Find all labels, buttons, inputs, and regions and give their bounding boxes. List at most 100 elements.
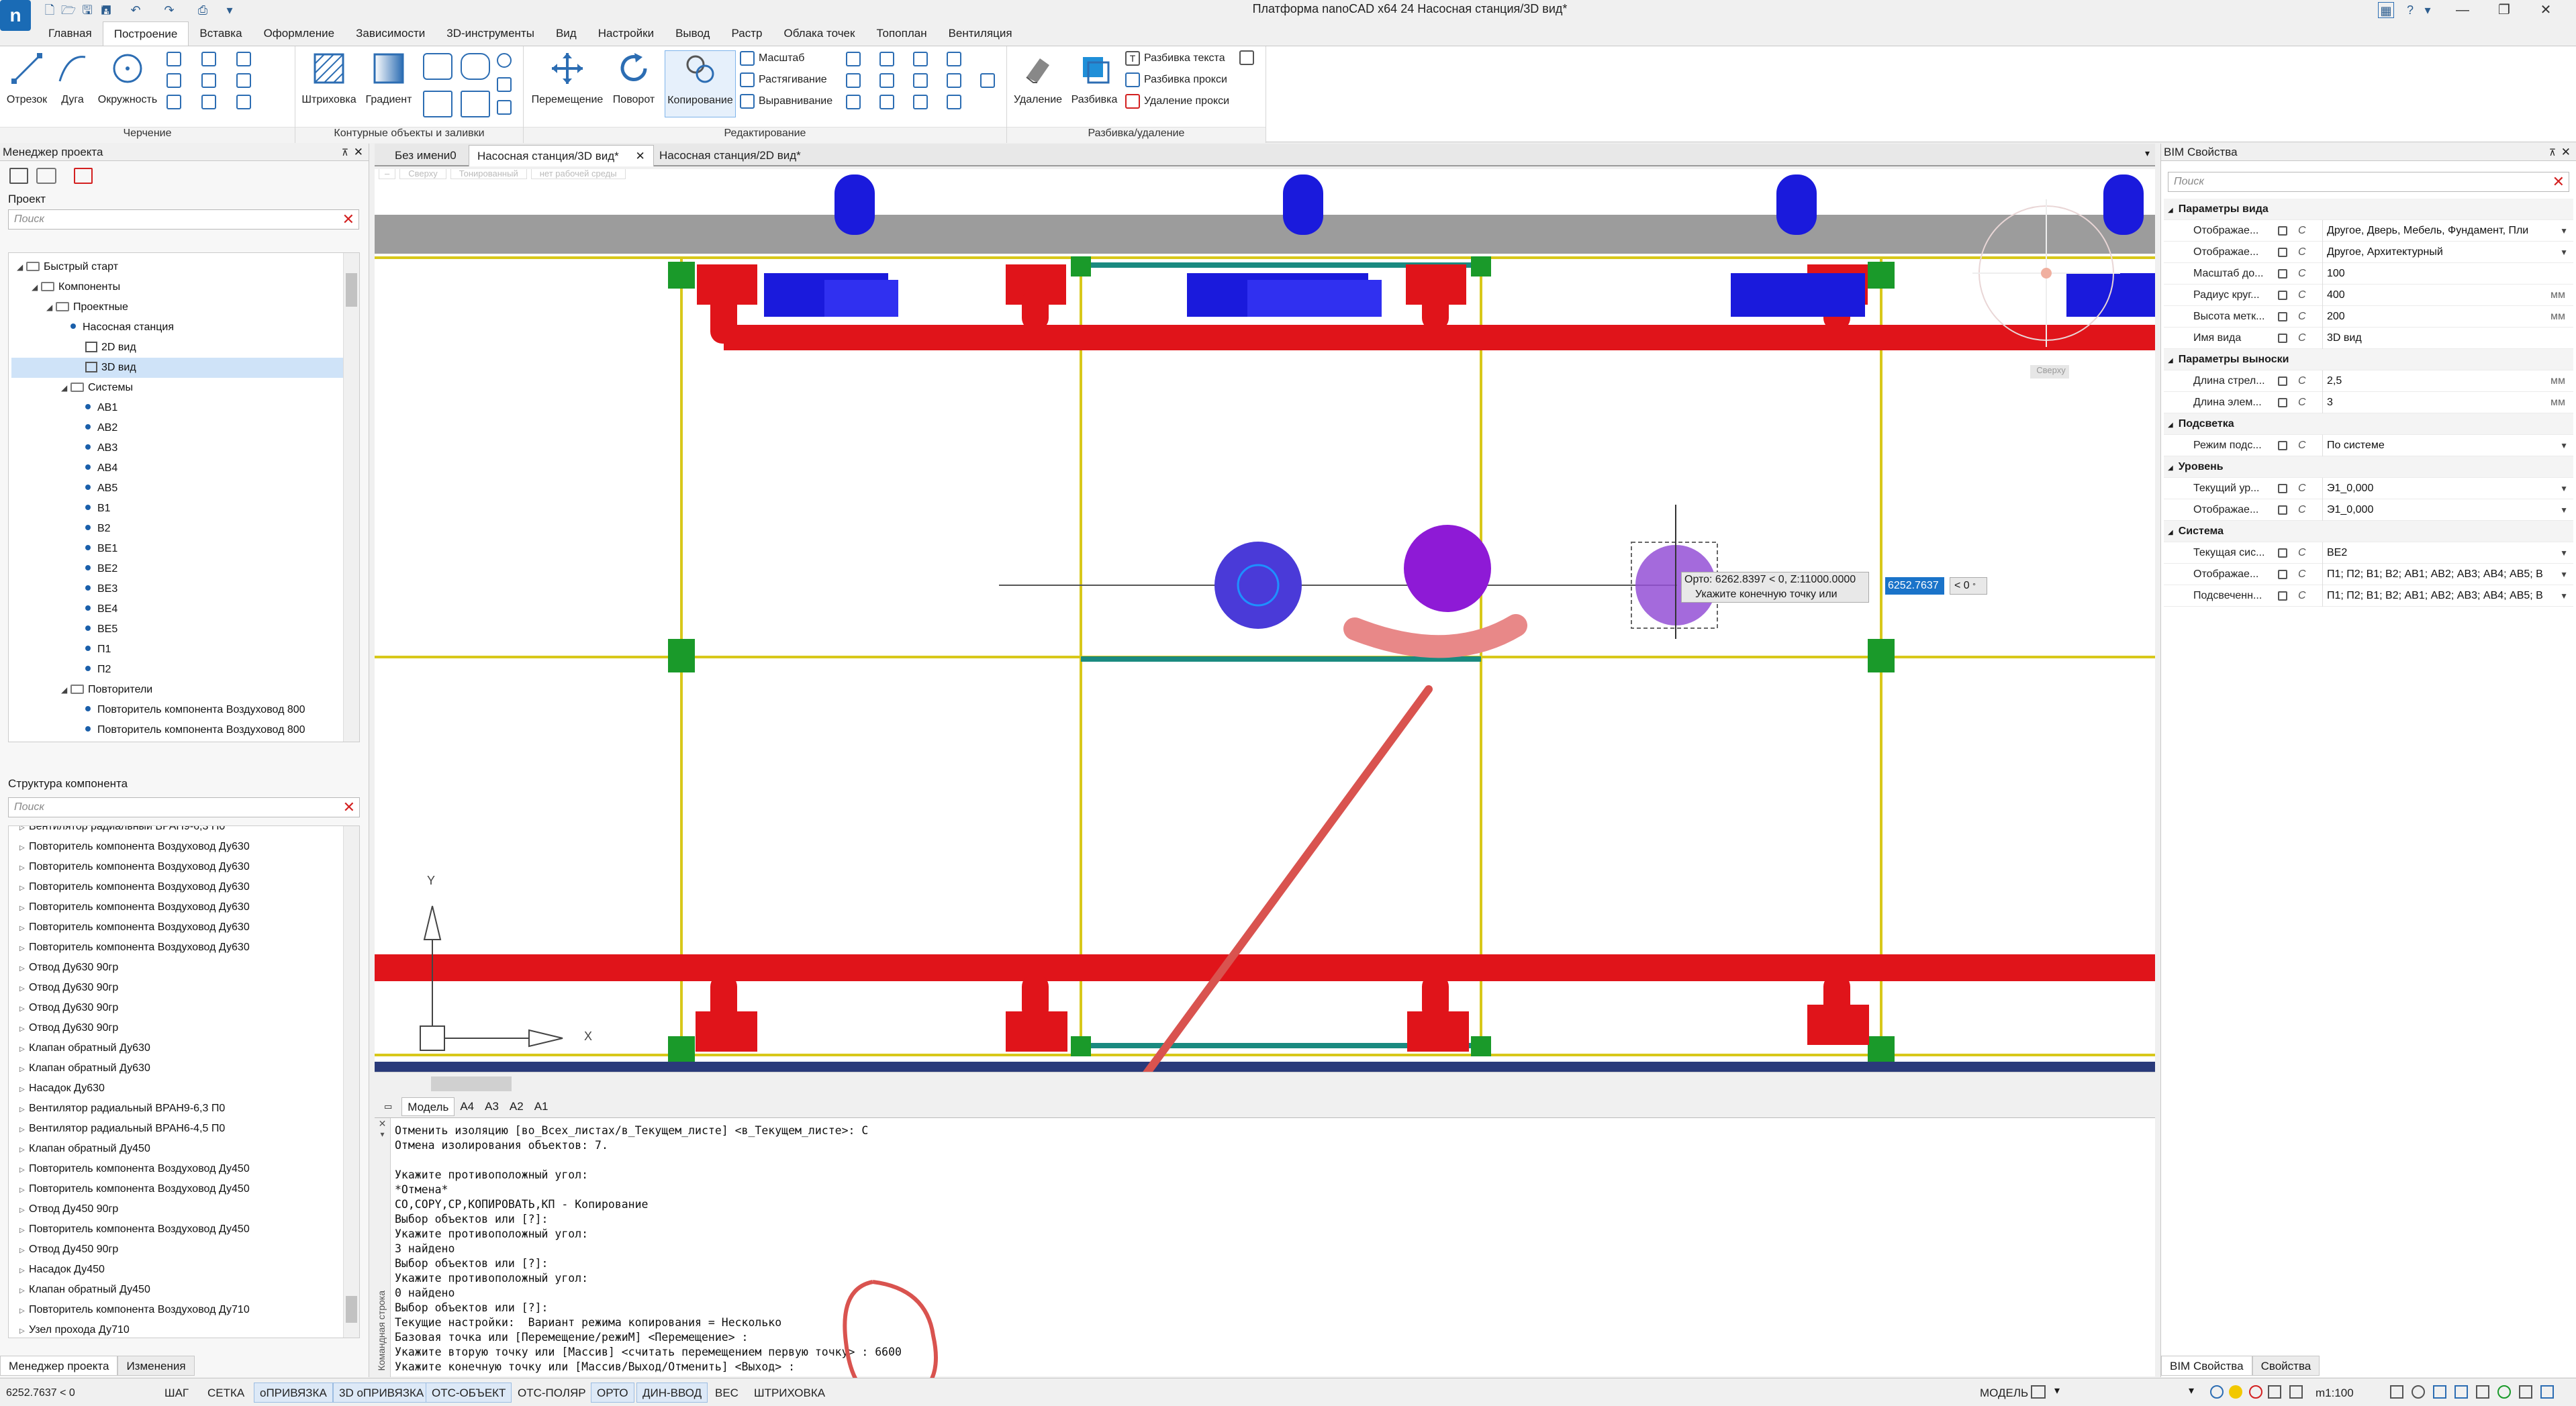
tree-item[interactable]: ВЕ1 [11, 539, 356, 559]
panel-title-contour[interactable]: Контурные объекты и заливки [295, 127, 523, 143]
list-item[interactable]: ▷ Повторитель компонента Воздуховод Ду630 [11, 938, 356, 958]
formula-icon[interactable]: C [2298, 285, 2306, 306]
bim-search-input[interactable]: Поиск ✕ [2168, 172, 2569, 192]
lock-icon[interactable] [2278, 312, 2287, 321]
tree-item[interactable]: АВ1 [11, 398, 356, 418]
zoom-icon[interactable] [2412, 1385, 2425, 1399]
trim-icon[interactable] [879, 52, 894, 66]
list-item[interactable]: ▷ Отвод Ду630 90гр [11, 978, 356, 998]
expand-toggle-icon[interactable]: ▷ [19, 1221, 29, 1241]
close-panel-icon[interactable]: ✕ [2561, 144, 2571, 161]
break-icon[interactable] [879, 73, 894, 88]
lock-icon[interactable] [2278, 248, 2287, 257]
component-search-input[interactable]: Поиск ✕ [8, 797, 360, 817]
close-command-line-icon[interactable]: ✕ [375, 1118, 390, 1129]
scroll-thumb[interactable] [346, 273, 357, 307]
lock-icon[interactable] [2278, 291, 2287, 300]
list-item[interactable]: ▷ Вентилятор радиальный ВРАН6-4,5 П0 [11, 1119, 356, 1139]
list-item[interactable]: ▷ Насадок Ду450 [11, 1260, 356, 1280]
undo-icon[interactable]: ↶ [128, 2, 144, 18]
expand-toggle-icon[interactable]: ▷ [19, 1120, 29, 1140]
ribbon-tab[interactable]: Топоплан [865, 21, 937, 46]
status-dropdown-icon-2[interactable]: ▾ [2189, 1384, 2194, 1397]
tree-item[interactable]: В1 [11, 499, 356, 519]
extend-icon[interactable] [913, 52, 928, 66]
tree-item[interactable]: ◢ Быстрый старт [11, 257, 356, 277]
ribbon-tab[interactable]: Вывод [665, 21, 720, 46]
dock-tab[interactable]: Менеджер проекта [0, 1356, 118, 1376]
list-item[interactable]: ▷ Клапан обратный Ду630 [11, 1038, 356, 1058]
ellipse-icon[interactable] [201, 73, 216, 88]
tree-item[interactable]: ◢ Повторители [11, 680, 356, 700]
list-item[interactable]: ▷ Повторитель компонента Воздуховод Ду630 [11, 837, 356, 857]
dropdown-icon[interactable]: ▼ [2560, 220, 2568, 242]
gradient-button[interactable]: Градиент [360, 50, 418, 106]
expand-toggle-icon[interactable]: ▷ [19, 1019, 29, 1040]
ribbon-tab[interactable]: Построение [102, 21, 189, 46]
layout-tab[interactable]: A3 [479, 1097, 504, 1116]
redo-icon[interactable]: ↷ [161, 2, 177, 18]
scroll-thumb[interactable] [346, 1296, 357, 1323]
quick-access-dropdown-icon[interactable]: ▾ [222, 2, 238, 18]
status-dropdown-icon[interactable]: ▾ [2054, 1384, 2060, 1397]
property-category[interactable]: ◢ Параметры вида [2164, 199, 2573, 220]
property-value[interactable]: 400 [2322, 285, 2550, 306]
list-item[interactable]: ▷ Клапан обратный Ду450 [11, 1139, 356, 1159]
list-item[interactable]: ▷ Повторитель компонента Воздуховод Ду630 [11, 877, 356, 897]
lock-icon[interactable] [2278, 484, 2287, 493]
status-toggle[interactable]: 3D оПРИВЯЗКА [333, 1383, 430, 1403]
project-search-input[interactable]: Поиск ✕ [8, 209, 359, 230]
command-history[interactable]: Отменить изоляцию [во_Всех_листах/в_Теку… [395, 1123, 902, 1374]
new-project-icon[interactable] [9, 168, 28, 184]
expand-toggle-icon[interactable]: ▷ [19, 1261, 29, 1281]
scroll-thumb[interactable] [431, 1076, 512, 1091]
polygon-icon[interactable] [166, 73, 181, 88]
lengthen-icon[interactable] [879, 95, 894, 109]
explode-proxy-button[interactable]: Разбивка прокси [1125, 70, 1227, 89]
viewport-menu-button[interactable]: – [379, 169, 396, 179]
expand-toggle-icon[interactable]: ▷ [19, 1281, 29, 1301]
help-dropdown-icon[interactable]: ▾ [2420, 2, 2436, 18]
list-item[interactable]: ▷ Повторитель компонента Воздуховод Ду450 [11, 1159, 356, 1179]
tree-item[interactable]: Насосная станция [11, 317, 356, 338]
copy-button[interactable]: Копирование [665, 50, 736, 117]
tree-item[interactable]: ВЕ4 [11, 599, 356, 619]
purge-icon[interactable] [1239, 50, 1254, 65]
list-item[interactable]: ▷ Насадок Ду630 [11, 1078, 356, 1099]
tree-item[interactable]: ВЕ2 [11, 559, 356, 579]
property-value[interactable]: Э1_0,000 [2322, 478, 2550, 499]
property-value[interactable]: П1; П2; В1; В2; АВ1; АВ2; АВ3; АВ4; АВ5;… [2322, 585, 2550, 607]
maximize-icon[interactable]: ❐ [2485, 0, 2523, 20]
property-value[interactable]: 2,5 [2322, 370, 2550, 392]
lock-icon[interactable] [2278, 591, 2287, 601]
open-file-icon[interactable]: 🗁 [60, 2, 77, 18]
dropdown-icon[interactable]: ▼ [2560, 435, 2568, 456]
stop-icon[interactable] [2249, 1385, 2262, 1399]
dropdown-icon[interactable]: ▼ [2560, 585, 2568, 607]
status-toggle[interactable]: ОТС-ОБЪЕКТ [426, 1383, 512, 1403]
expand-toggle-icon[interactable]: ▷ [19, 1100, 29, 1120]
dropdown-icon[interactable]: ▼ [2560, 499, 2568, 521]
wipeout-icon[interactable] [423, 91, 452, 117]
expand-toggle-icon[interactable]: ▷ [19, 1040, 29, 1060]
offset-icon[interactable] [846, 95, 861, 109]
property-category[interactable]: ◢ Уровень [2164, 456, 2573, 478]
visual-style-button[interactable]: Тонированный [450, 169, 527, 179]
zoom-extents-icon[interactable] [2454, 1385, 2468, 1399]
expand-toggle-icon[interactable]: ◢ [46, 297, 56, 317]
status-toggle[interactable]: оПРИВЯЗКА [254, 1383, 333, 1403]
list-item[interactable]: ▷ Повторитель компонента Воздуховод Ду450 [11, 1219, 356, 1240]
ribbon-tab[interactable]: Зависимости [345, 21, 436, 46]
expand-toggle-icon[interactable]: ▷ [19, 1181, 29, 1201]
expand-toggle-icon[interactable]: ▷ [19, 959, 29, 979]
annotation-scale[interactable]: m1:100 [2309, 1383, 2360, 1403]
clear-search-icon[interactable]: ✕ [343, 799, 355, 815]
property-value[interactable]: ВЕ2 [2322, 542, 2550, 564]
stretch-button[interactable]: Растягивание [740, 70, 827, 89]
properties-icon[interactable] [980, 73, 995, 88]
clear-search-icon[interactable]: ✕ [342, 211, 354, 228]
circle-button[interactable]: Окружность [94, 50, 161, 106]
expand-toggle-icon[interactable]: ▷ [19, 939, 29, 959]
help-icon[interactable]: ? [2402, 2, 2418, 18]
explode-button[interactable]: Разбивка [1065, 50, 1124, 106]
